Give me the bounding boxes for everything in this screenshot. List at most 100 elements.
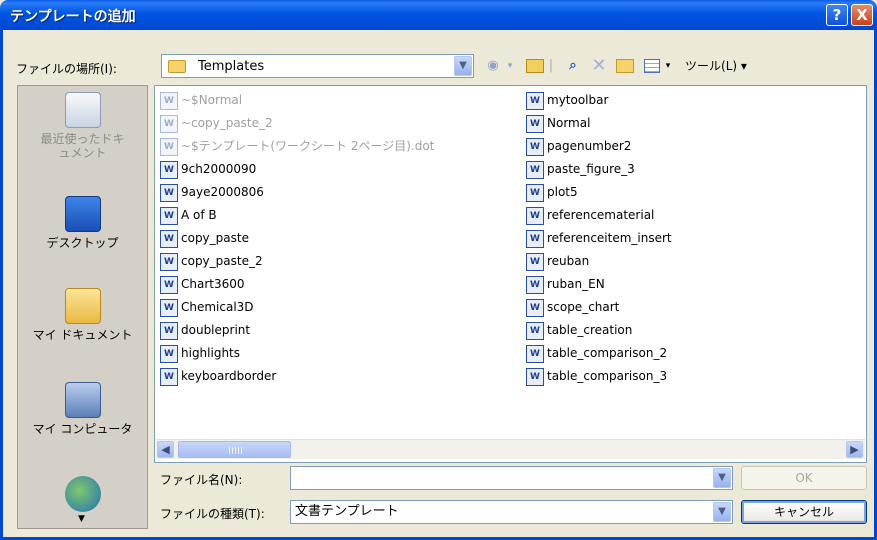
network-icon	[64, 476, 101, 512]
file-item[interactable]: W Chemical3D	[160, 298, 254, 320]
lookin-label: ファイルの場所(I):	[16, 62, 117, 76]
word-template-icon: W	[160, 367, 178, 386]
scrollbar-thumb[interactable]	[178, 441, 291, 458]
word-template-icon: W	[160, 252, 178, 271]
word-template-icon: W	[526, 206, 544, 225]
my-computer-icon	[64, 382, 101, 418]
file-item[interactable]: Whighlights	[160, 344, 240, 366]
delete-icon[interactable]: ✕	[588, 56, 610, 76]
word-template-icon: W	[526, 183, 544, 202]
file-item[interactable]: Wpagenumber2	[526, 137, 631, 159]
filetype-value: 文書テンプレート	[295, 504, 399, 519]
file-item[interactable]: W 9ch2000090	[160, 160, 256, 182]
file-item[interactable]: W ~$テンプレート(ワークシート 2ページ目).dot	[160, 137, 434, 159]
file-item[interactable]: Wreferencematerial	[526, 206, 654, 228]
file-item[interactable]: W Chart3600	[160, 275, 245, 297]
word-template-icon: W	[160, 91, 178, 110]
file-item[interactable]: Wruban_EN	[526, 275, 605, 297]
help-button[interactable]: ?	[826, 4, 848, 26]
my-documents-icon	[64, 288, 101, 324]
word-template-icon: W	[160, 183, 178, 202]
word-template-icon: W	[526, 229, 544, 248]
scroll-left-icon[interactable]: ◀	[157, 441, 174, 458]
file-item[interactable]: Wreferenceitem_insert	[526, 229, 672, 251]
word-template-icon: W	[526, 367, 544, 386]
word-template-icon: W	[160, 137, 178, 156]
back-dropdown-icon[interactable]: ▾	[504, 56, 516, 76]
filetype-label: ファイルの種類(T):	[160, 507, 265, 521]
filename-label: ファイル名(N):	[160, 473, 243, 487]
word-template-icon: W	[526, 275, 544, 294]
file-item[interactable]: W 9aye2000806	[160, 183, 264, 205]
file-item[interactable]: Wtable_comparison_2	[526, 344, 667, 366]
word-template-icon: W	[160, 344, 178, 363]
close-button[interactable]: X	[851, 4, 873, 26]
tools-menu[interactable]: ツール(L) ▾	[681, 56, 751, 76]
file-item[interactable]: WA of B	[160, 206, 217, 228]
place-my-computer-label: マイ コンピュータ	[32, 422, 133, 436]
file-item[interactable]: W ~$Normal	[160, 91, 242, 113]
file-item[interactable]: Wkeyboardborder	[160, 367, 276, 389]
place-recent[interactable]: 最近使ったドキュメント	[18, 92, 147, 160]
tools-label: ツール(L)	[685, 59, 738, 73]
word-template-icon: W	[160, 206, 178, 225]
file-item[interactable]: Wdoubleprint	[160, 321, 250, 343]
horizontal-scrollbar[interactable]: ◀ ▶	[156, 439, 865, 459]
file-item[interactable]: Wcopy_paste_2	[160, 252, 263, 274]
cancel-button[interactable]: キャンセル	[741, 500, 867, 524]
title-bar: テンプレートの追加 ? X	[0, 0, 877, 30]
word-template-icon: W	[160, 114, 178, 133]
file-item[interactable]: W Normal	[526, 114, 590, 136]
new-folder-icon[interactable]	[614, 56, 636, 76]
word-template-icon: W	[160, 229, 178, 248]
folder-icon	[168, 60, 186, 73]
filetype-select[interactable]: 文書テンプレート ▼	[290, 500, 733, 524]
filename-input[interactable]: ▼	[290, 466, 733, 490]
views-icon[interactable]	[641, 56, 663, 76]
word-template-icon: W	[526, 114, 544, 133]
file-item[interactable]: Wpaste_figure_3	[526, 160, 635, 182]
back-icon[interactable]: ◉	[482, 56, 504, 76]
word-template-icon: W	[526, 252, 544, 271]
file-item[interactable]: Wtable_creation	[526, 321, 632, 343]
file-list: W ~$Normal W ~copy_paste_2 W ~$テンプレート(ワークシー…	[154, 85, 867, 463]
chevron-down-icon[interactable]: ▼	[454, 56, 472, 76]
scroll-right-icon[interactable]: ▶	[846, 441, 863, 458]
file-item[interactable]: Wtable_comparison_3	[526, 367, 667, 389]
file-item[interactable]: Wplot5	[526, 183, 578, 205]
file-item[interactable]: Wscope_chart	[526, 298, 619, 320]
word-template-icon: W	[526, 160, 544, 179]
chevron-down-icon[interactable]: ▼	[713, 502, 731, 522]
word-template-icon: W	[526, 298, 544, 317]
file-item[interactable]: Wreuban	[526, 252, 589, 274]
place-recent-label: 最近使ったドキュメント	[40, 132, 125, 160]
lookin-value: Templates	[198, 59, 265, 74]
word-template-icon: W	[526, 137, 544, 156]
word-template-icon: W	[526, 321, 544, 340]
file-item[interactable]: Wmytoolbar	[526, 91, 608, 113]
search-icon[interactable]: ⌕	[562, 56, 584, 76]
file-item[interactable]: W ~copy_paste_2	[160, 114, 273, 136]
place-my-computer[interactable]: マイ コンピュータ	[18, 382, 147, 436]
place-network[interactable]	[18, 476, 147, 516]
grip-icon	[229, 447, 243, 454]
places-bar: 最近使ったドキュメント デスクトップ マイ ドキュメント マイ コンピュータ ▼	[17, 85, 148, 529]
word-template-icon: W	[526, 91, 544, 110]
up-folder-icon[interactable]	[524, 56, 546, 76]
place-desktop-label: デスクトップ	[46, 236, 119, 250]
word-template-icon: W	[160, 160, 178, 179]
ok-button[interactable]: OK	[741, 466, 867, 490]
chevron-down-icon[interactable]: ▼	[713, 468, 731, 488]
word-template-icon: W	[526, 344, 544, 363]
place-my-documents-label: マイ ドキュメント	[32, 328, 133, 342]
recent-documents-icon	[64, 92, 101, 128]
lookin-dropdown[interactable]: Templates ▼	[161, 54, 474, 78]
views-dropdown-icon[interactable]: ▾	[663, 56, 673, 76]
window-title: テンプレートの追加	[10, 9, 136, 25]
word-template-icon: W	[160, 298, 178, 317]
file-item[interactable]: Wcopy_paste	[160, 229, 249, 251]
place-desktop[interactable]: デスクトップ	[18, 196, 147, 250]
toolbar-separator: |	[548, 58, 554, 73]
places-scroll-down-icon[interactable]: ▼	[78, 514, 85, 524]
place-my-documents[interactable]: マイ ドキュメント	[18, 288, 147, 342]
